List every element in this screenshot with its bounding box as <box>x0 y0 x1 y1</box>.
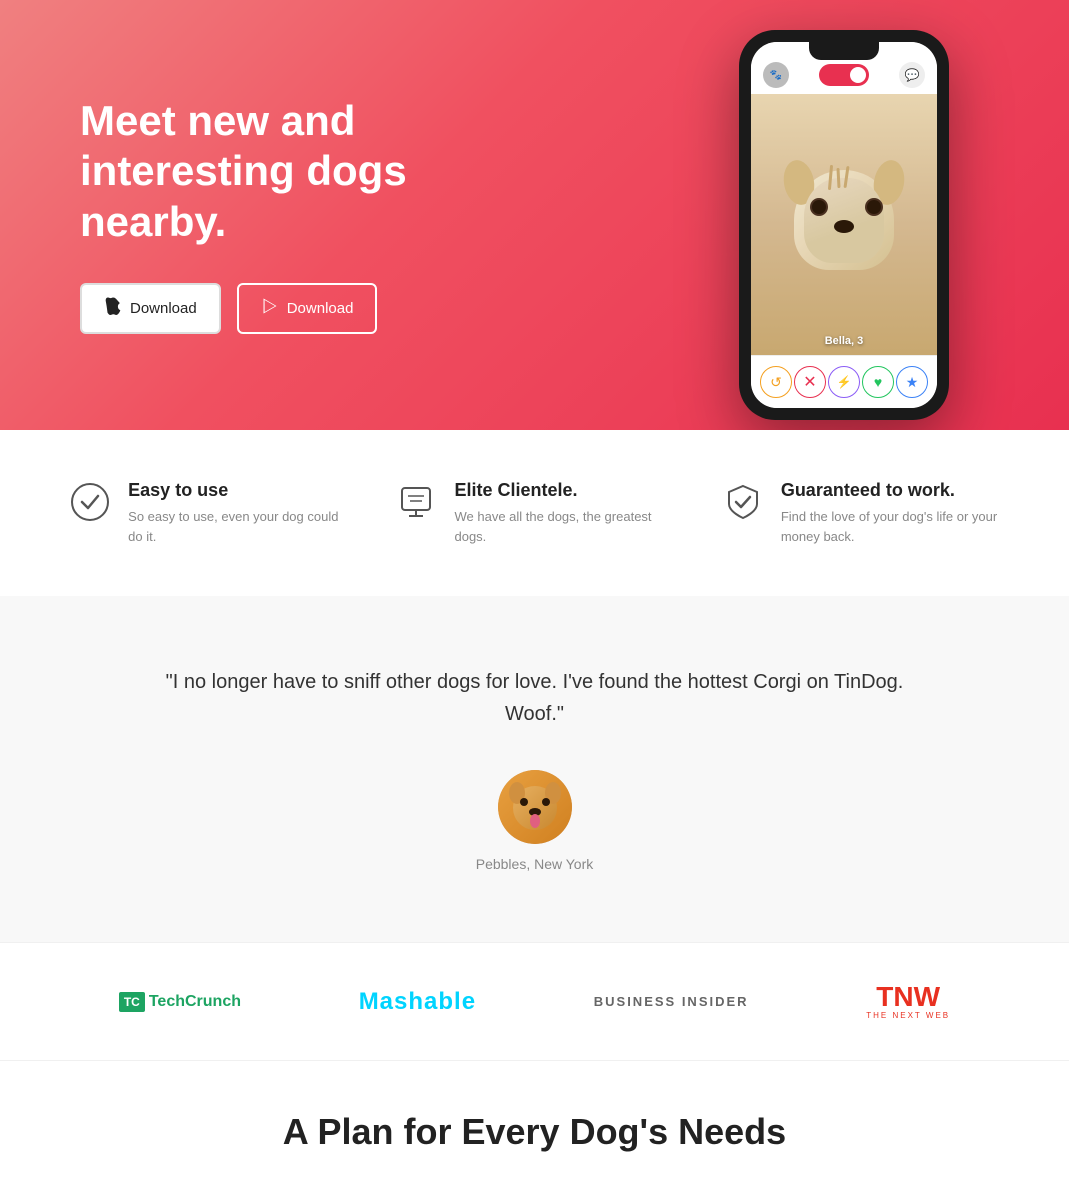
phone-action-bar: ↺ ✕ ⚡ ♥ ★ <box>751 355 937 408</box>
feature-clientele-text: Elite Clientele. We have all the dogs, t… <box>454 480 674 546</box>
feature-clientele-desc: We have all the dogs, the greatest dogs. <box>454 507 674 546</box>
press-section: TC TechCrunch Mashable Business Insider … <box>0 942 1069 1061</box>
pricing-title: A Plan for Every Dog's Needs <box>40 1111 1029 1153</box>
techcrunch-text: TechCrunch <box>149 993 241 1011</box>
google-download-label: Download <box>287 300 354 317</box>
hero-content: Meet new and interesting dogs nearby. Do… <box>0 36 520 394</box>
tc-box: TC <box>119 992 145 1012</box>
apple-icon <box>104 297 122 320</box>
phone-star-btn[interactable]: ★ <box>896 366 928 398</box>
phone-frame: 🐾 💬 <box>739 30 949 420</box>
apple-download-label: Download <box>130 300 197 317</box>
tnw-subtitle: The Next Web <box>866 1011 950 1020</box>
hero-section: Meet new and interesting dogs nearby. Do… <box>0 0 1069 430</box>
feature-item-guaranteed: Guaranteed to work. Find the love of you… <box>721 480 1001 546</box>
phone-like-btn[interactable]: ♥ <box>862 366 894 398</box>
phone-toggle <box>819 64 869 86</box>
testimonial-person: Pebbles, New York <box>40 856 1029 872</box>
feature-guaranteed-desc: Find the love of your dog's life or your… <box>781 507 1001 546</box>
feature-clientele-title: Elite Clientele. <box>454 480 674 501</box>
phone-avatar: 🐾 <box>763 62 789 88</box>
feature-easy-title: Easy to use <box>128 480 348 501</box>
phone-rewind-btn[interactable]: ↺ <box>760 366 792 398</box>
phone-dog-image: Bella, 3 <box>751 94 937 355</box>
business-insider-logo: Business Insider <box>594 993 749 1011</box>
business-insider-text: Business Insider <box>594 994 749 1009</box>
hero-title: Meet new and interesting dogs nearby. <box>80 96 440 247</box>
apple-download-button[interactable]: Download <box>80 283 221 334</box>
feature-item-clientele: Elite Clientele. We have all the dogs, t… <box>394 480 674 546</box>
hero-buttons: Download Download <box>80 283 440 334</box>
mashable-logo: Mashable <box>359 988 476 1016</box>
pricing-section: A Plan for Every Dog's Needs <box>0 1061 1069 1183</box>
feature-guaranteed-title: Guaranteed to work. <box>781 480 1001 501</box>
tnw-logo: TNW The Next Web <box>866 983 950 1020</box>
tnw-text: TNW <box>876 983 940 1011</box>
phone-settings-icon: 💬 <box>899 62 925 88</box>
guaranteed-icon <box>721 480 765 524</box>
features-section: Easy to use So easy to use, even your do… <box>0 430 1069 596</box>
easy-use-icon <box>68 480 112 524</box>
phone-notch <box>809 42 879 60</box>
techcrunch-logo: TC TechCrunch <box>119 992 241 1012</box>
testimonial-avatar <box>498 770 572 844</box>
phone-nope-btn[interactable]: ✕ <box>794 366 826 398</box>
phone-boost-btn[interactable]: ⚡ <box>828 366 860 398</box>
feature-item-easy: Easy to use So easy to use, even your do… <box>68 480 348 546</box>
feature-easy-text: Easy to use So easy to use, even your do… <box>128 480 348 546</box>
testimonial-section: "I no longer have to sniff other dogs fo… <box>0 596 1069 942</box>
clientele-icon <box>394 480 438 524</box>
feature-guaranteed-text: Guaranteed to work. Find the love of you… <box>781 480 1001 546</box>
phone-screen: 🐾 💬 <box>751 42 937 408</box>
phone-mockup: 🐾 💬 <box>739 30 949 420</box>
mashable-text: Mashable <box>359 988 476 1015</box>
testimonial-quote: "I no longer have to sniff other dogs fo… <box>165 666 905 730</box>
google-play-icon <box>261 297 279 320</box>
feature-easy-desc: So easy to use, even your dog could do i… <box>128 507 348 546</box>
google-download-button[interactable]: Download <box>237 283 378 334</box>
